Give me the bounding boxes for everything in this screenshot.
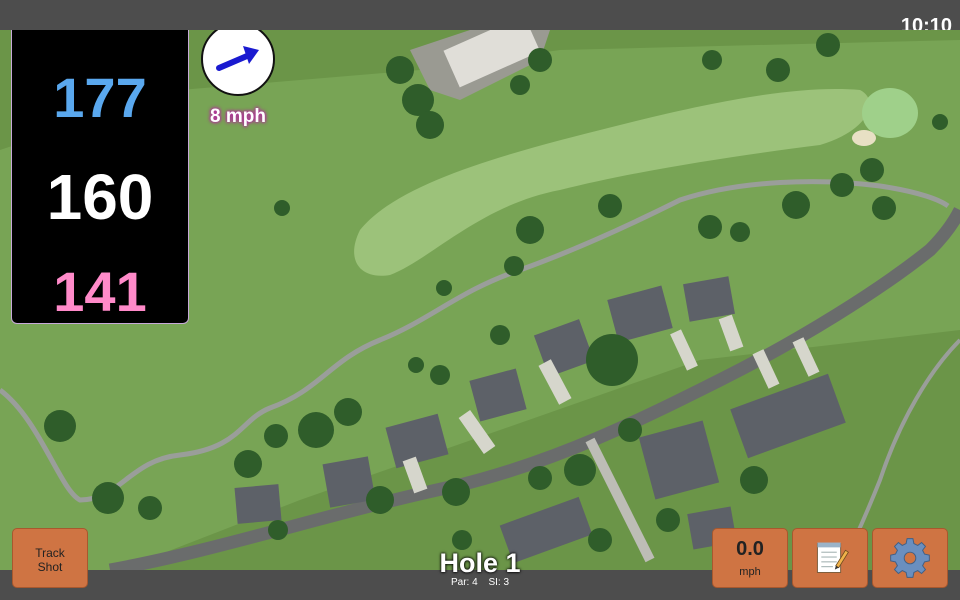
- settings-button[interactable]: [872, 528, 948, 588]
- satellite-map[interactable]: 177 160 141 8 mph: [0, 30, 960, 570]
- hole-par: Par: 4: [450, 577, 478, 588]
- distance-front: 141: [53, 260, 147, 323]
- track-shot-label-line1: Track: [35, 546, 65, 560]
- distance-back: 177: [53, 66, 147, 129]
- status-bar: 10:10: [0, 0, 960, 37]
- hole-si: SI: 3: [488, 577, 510, 588]
- gear-icon: [890, 538, 930, 578]
- hole-title: Hole 1: [439, 548, 521, 578]
- track-shot-button[interactable]: Track Shot: [12, 528, 88, 588]
- notepad-icon: [816, 542, 849, 573]
- scorecard-button[interactable]: [792, 528, 868, 588]
- speed-value: 0.0: [736, 538, 764, 560]
- distance-middle: 160: [46, 161, 154, 233]
- wind-speed: 8 mph: [210, 106, 266, 127]
- distance-panel: 177 160 141: [11, 30, 189, 324]
- wind-indicator: [201, 30, 275, 96]
- track-shot-label-line2: Shot: [37, 560, 63, 574]
- wind-arrow-icon: [216, 46, 259, 71]
- speed-button[interactable]: 0.0 mph: [712, 528, 788, 588]
- speed-unit: mph: [739, 566, 761, 578]
- hole-details: Par: 4 SI: 3: [380, 577, 580, 588]
